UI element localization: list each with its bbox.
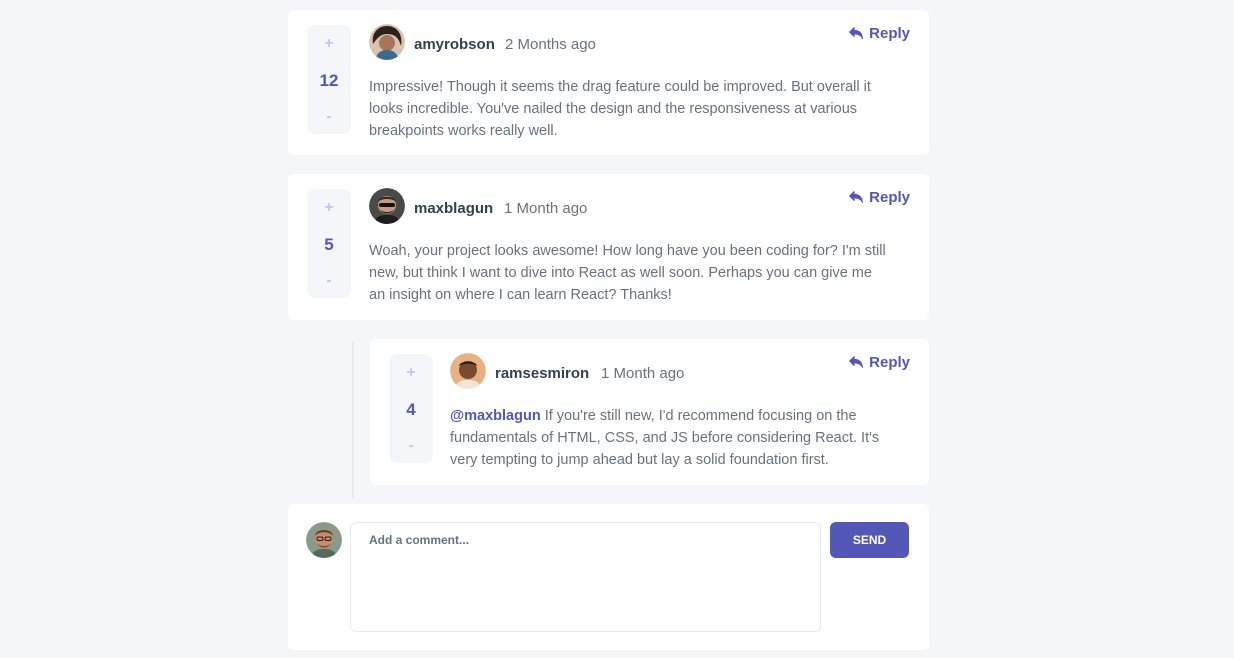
upvote-button[interactable]: + bbox=[406, 364, 415, 382]
reply-arrow-icon bbox=[849, 356, 864, 369]
reply-card: + 4 - ramsesmiron 1 Month ago Reply @max… bbox=[370, 339, 929, 485]
vote-score: 12 bbox=[319, 70, 339, 90]
username[interactable]: amyrobson bbox=[414, 36, 495, 53]
username[interactable]: maxblagun bbox=[414, 200, 493, 217]
comment-composer: SEND bbox=[288, 504, 929, 650]
send-button[interactable]: SEND bbox=[830, 522, 909, 558]
reply-label: Reply bbox=[869, 354, 910, 371]
username[interactable]: ramsesmiron bbox=[495, 365, 589, 382]
avatar bbox=[369, 188, 405, 224]
comment-card: + 12 - amyrobson 2 Months ago Reply Impr… bbox=[288, 10, 929, 155]
avatar bbox=[369, 24, 405, 60]
reply-label: Reply bbox=[869, 25, 910, 42]
downvote-button[interactable]: - bbox=[326, 108, 331, 126]
vote-score: 4 bbox=[406, 399, 416, 419]
vote-control: + 4 - bbox=[389, 354, 433, 463]
reply-thread-line bbox=[352, 342, 354, 498]
mention-link[interactable]: @maxblagun bbox=[450, 408, 541, 424]
upvote-button[interactable]: + bbox=[324, 35, 333, 53]
timestamp: 1 Month ago bbox=[504, 200, 588, 217]
downvote-button[interactable]: - bbox=[408, 437, 413, 455]
reply-text: @maxblagun If you're still new, I'd reco… bbox=[450, 405, 890, 471]
reply-arrow-icon bbox=[849, 191, 864, 204]
comment-text: Woah, your project looks awesome! How lo… bbox=[369, 243, 886, 303]
timestamp: 1 Month ago bbox=[601, 365, 685, 382]
vote-score: 5 bbox=[324, 234, 334, 254]
vote-control: + 12 - bbox=[307, 25, 351, 134]
downvote-button[interactable]: - bbox=[326, 272, 331, 290]
vote-control: + 5 - bbox=[307, 189, 351, 298]
reply-arrow-icon bbox=[849, 27, 864, 40]
comment-input[interactable] bbox=[350, 522, 821, 632]
reply-button[interactable]: Reply bbox=[849, 25, 910, 42]
reply-button[interactable]: Reply bbox=[849, 354, 910, 371]
avatar bbox=[450, 353, 486, 389]
comment-card: + 5 - maxblagun 1 Month ago Reply Woah, … bbox=[288, 174, 929, 320]
upvote-button[interactable]: + bbox=[324, 199, 333, 217]
reply-label: Reply bbox=[869, 189, 910, 206]
current-user-avatar bbox=[306, 522, 342, 558]
comments-page: + 12 - amyrobson 2 Months ago Reply Impr… bbox=[0, 0, 1234, 658]
comment-text: Impressive! Though it seems the drag fea… bbox=[369, 79, 871, 139]
reply-button[interactable]: Reply bbox=[849, 189, 910, 206]
timestamp: 2 Months ago bbox=[505, 36, 596, 53]
